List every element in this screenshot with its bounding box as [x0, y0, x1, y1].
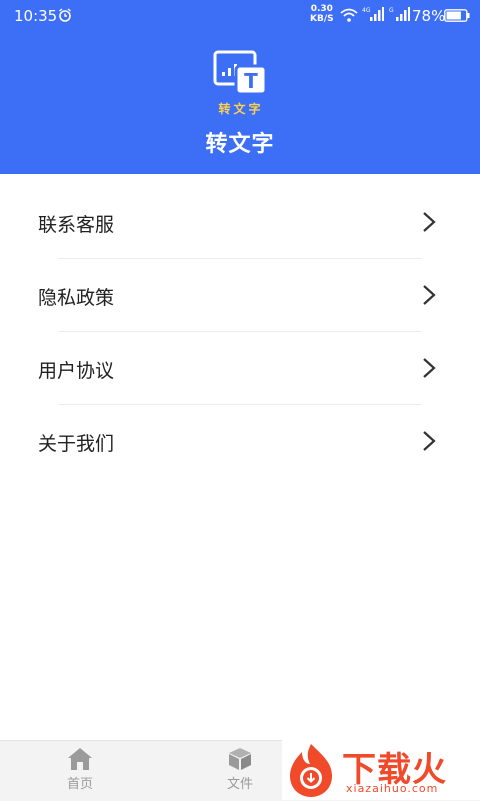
menu-item-privacy-policy[interactable]: 隐私政策: [0, 259, 480, 332]
menu-item-contact-service[interactable]: 联系客服: [0, 186, 480, 259]
menu-item-label: 隐私政策: [38, 287, 115, 309]
flame-logo-icon: [290, 744, 332, 797]
app-title: 转文字: [205, 132, 275, 157]
menu-item-label: 联系客服: [38, 214, 115, 236]
app-header: 10:35 0.30 KB/S 4G G 78% T 转文字 转文字: [0, 0, 480, 174]
tab-label: 文件: [226, 777, 253, 792]
tab-label: 首页: [66, 777, 93, 792]
signal-icon: 4G: [362, 7, 384, 21]
watermark-url: xiazaihuo.com: [346, 782, 439, 795]
status-bar: 10:35 0.30 KB/S 4G G 78%: [0, 0, 480, 32]
network-speed-unit: KB/S: [310, 14, 334, 24]
tab-home[interactable]: 首页: [40, 741, 120, 801]
logo-text: 转文字: [218, 101, 263, 116]
chevron-right-icon: [423, 431, 436, 451]
chevron-right-icon: [423, 285, 436, 305]
box-icon: [229, 748, 251, 770]
network-speed: 0.30 KB/S: [310, 4, 334, 24]
logo-letter: T: [244, 69, 258, 93]
menu-item-about-us[interactable]: 关于我们: [0, 405, 480, 478]
chevron-right-icon: [423, 212, 436, 232]
menu-item-user-agreement[interactable]: 用户协议: [0, 332, 480, 405]
menu-item-label: 用户协议: [38, 360, 115, 382]
app-logo: T 转文字: [213, 50, 268, 116]
wifi-icon: [340, 8, 358, 22]
menu-item-label: 关于我们: [38, 433, 115, 455]
alarm-icon: [59, 8, 71, 22]
home-icon: [68, 748, 92, 770]
status-time: 10:35: [14, 7, 58, 25]
watermark: 下载火 xiazaihuo.com: [282, 740, 480, 800]
battery-percent: 78%: [412, 7, 446, 25]
battery-icon: [444, 9, 470, 22]
signal-tag: 4G: [362, 7, 371, 14]
tab-files[interactable]: 文件: [200, 741, 280, 801]
network-speed-value: 0.30: [310, 4, 333, 14]
chevron-right-icon: [423, 358, 436, 378]
signal-tag: G: [389, 7, 394, 14]
signal-icon: G: [389, 7, 410, 21]
settings-menu: 联系客服 隐私政策 用户协议 关于我们: [0, 186, 480, 478]
